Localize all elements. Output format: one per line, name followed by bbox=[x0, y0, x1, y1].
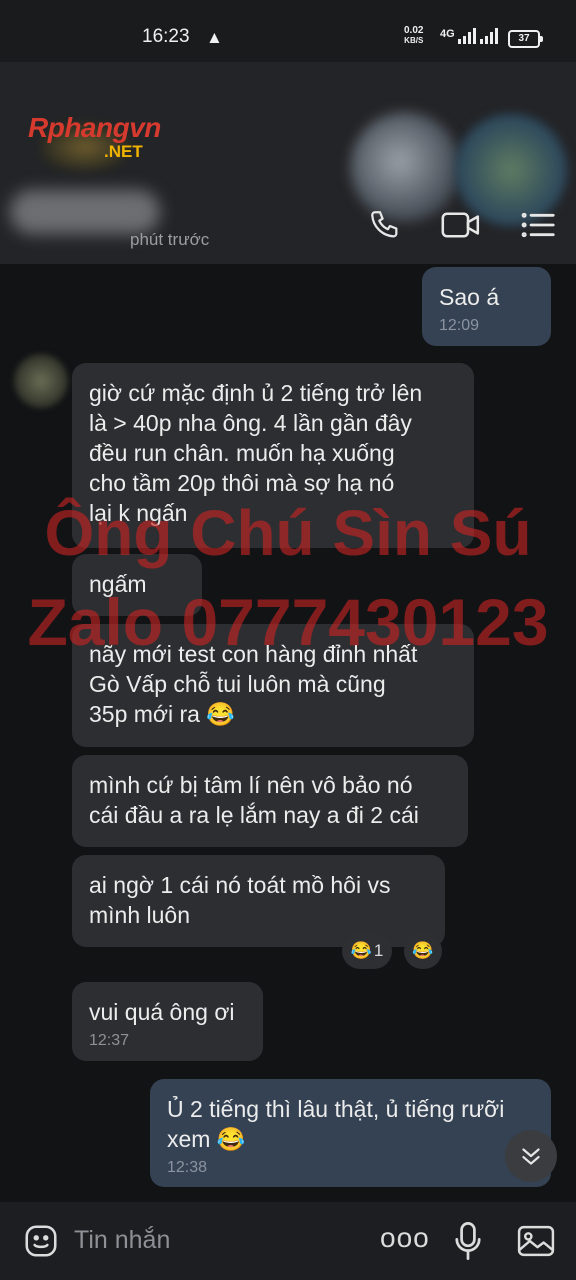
message-input[interactable]: Tin nhắn bbox=[74, 1226, 170, 1255]
message-text: nãy mới test con hàng đỉnh nhất Gò Vấp c… bbox=[89, 641, 418, 727]
last-seen-text: phút trước bbox=[130, 230, 210, 249]
video-call-icon[interactable] bbox=[440, 208, 482, 247]
message-text: Sao á bbox=[439, 284, 500, 310]
more-icon[interactable]: ooo bbox=[380, 1222, 430, 1254]
message-time: 12:37 bbox=[89, 1032, 130, 1049]
sticker-icon[interactable] bbox=[22, 1222, 60, 1265]
signal-icon bbox=[458, 28, 476, 44]
quick-reaction-emoji: 😂 bbox=[412, 941, 434, 960]
reaction-count-badge[interactable]: 😂 1 bbox=[342, 933, 392, 969]
blurred-avatar[interactable] bbox=[350, 112, 460, 222]
contact-name-blurred[interactable] bbox=[10, 190, 160, 234]
message-text: ngấm bbox=[89, 571, 147, 597]
status-time: 16:23 bbox=[142, 26, 190, 47]
message-bubble[interactable]: Sao á 12:09 bbox=[422, 267, 551, 346]
message-text: ai ngờ 1 cái nó toát mồ hôi vs mình luôn bbox=[89, 872, 391, 928]
network-speed-value: 0.02 bbox=[404, 25, 424, 36]
message-bubble[interactable]: giờ cứ mặc định ủ 2 tiếng trở lên là > 4… bbox=[72, 363, 474, 548]
menu-icon[interactable] bbox=[520, 208, 556, 247]
message-bubble[interactable]: Ủ 2 tiếng thì lâu thật, ủ tiếng rưỡi xem… bbox=[150, 1079, 551, 1187]
chat-header: Rphangvn .NET phút trước bbox=[0, 62, 576, 264]
message-time: 12:09 bbox=[439, 317, 480, 334]
status-bar: 16:23 ▲ 0.02 KB/S 4G 37 bbox=[0, 0, 576, 62]
battery-icon: 37 bbox=[508, 30, 543, 48]
network-type: 4G bbox=[440, 28, 455, 40]
network-speed-unit: KB/S bbox=[404, 36, 424, 45]
message-text: mình cứ bị tâm lí nên vô bảo nó cái đầu … bbox=[89, 772, 419, 828]
message-bubble[interactable]: nãy mới test con hàng đỉnh nhất Gò Vấp c… bbox=[72, 624, 474, 747]
warning-icon: ▲ bbox=[206, 28, 223, 47]
message-text: giờ cứ mặc định ủ 2 tiếng trở lên là > 4… bbox=[89, 380, 423, 526]
message-text: Ủ 2 tiếng thì lâu thật, ủ tiếng rưỡi xem… bbox=[167, 1096, 505, 1152]
scroll-down-button[interactable] bbox=[505, 1130, 557, 1182]
quick-reaction-button[interactable]: 😂 bbox=[404, 933, 442, 969]
microphone-icon[interactable] bbox=[452, 1220, 484, 1267]
network-speed: 0.02 KB/S bbox=[404, 26, 423, 46]
phone-icon[interactable] bbox=[368, 208, 402, 247]
reaction-count: 1 bbox=[373, 941, 384, 960]
message-bubble[interactable]: mình cứ bị tâm lí nên vô bảo nó cái đầu … bbox=[72, 755, 468, 847]
message-bubble[interactable]: vui quá ông ơi 12:37 bbox=[72, 982, 263, 1061]
message-time: 12:38 bbox=[167, 1159, 208, 1176]
logo-sub-text: .NET bbox=[104, 142, 143, 161]
reaction-emoji: 😂 bbox=[350, 941, 372, 960]
message-input-bar: Tin nhắn ooo bbox=[0, 1202, 576, 1280]
scroll-down-icon bbox=[522, 1148, 540, 1165]
signal-icon-2 bbox=[480, 28, 498, 44]
message-bubble[interactable]: ai ngờ 1 cái nó toát mồ hôi vs mình luôn bbox=[72, 855, 445, 947]
message-bubble[interactable]: ngấm bbox=[72, 554, 202, 616]
message-text: vui quá ông ơi bbox=[89, 999, 235, 1025]
avatar[interactable] bbox=[14, 354, 68, 408]
logo-text: Rphangvn bbox=[28, 112, 161, 143]
image-icon[interactable] bbox=[516, 1222, 556, 1265]
